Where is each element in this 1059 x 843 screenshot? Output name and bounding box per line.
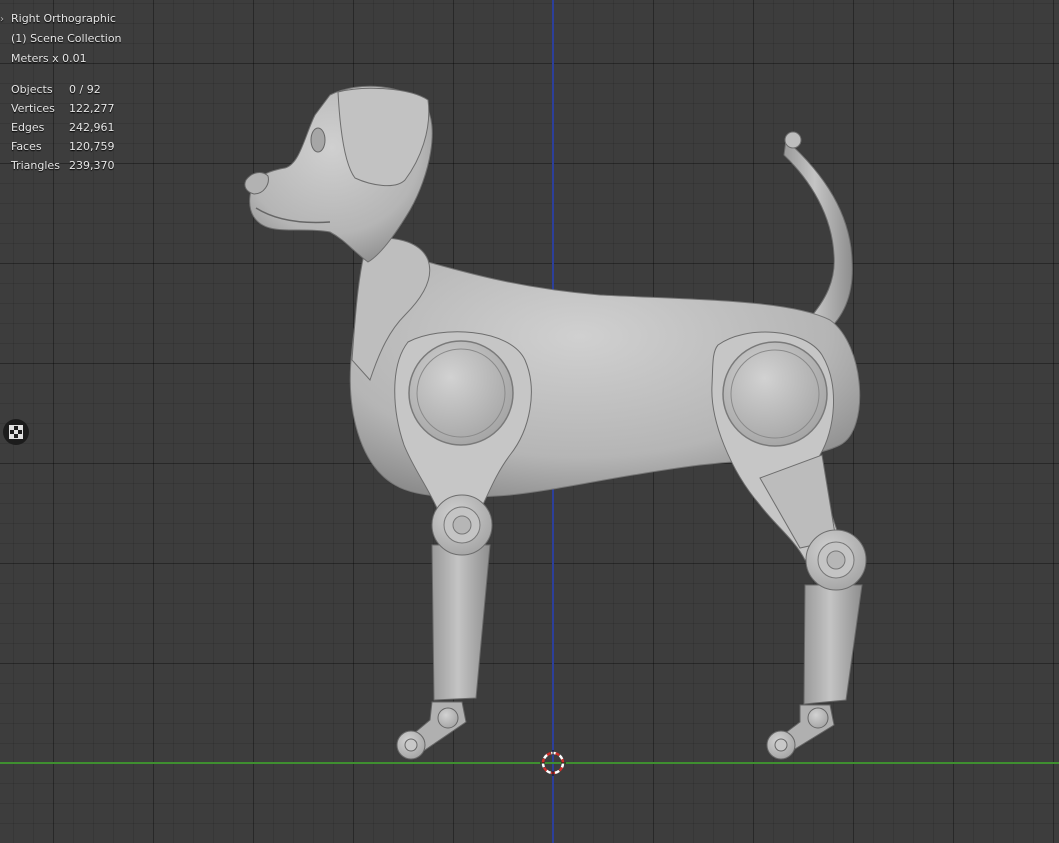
stat-edges-value: 242,961 xyxy=(69,121,115,134)
stat-objects-label: Objects xyxy=(11,83,53,96)
front-knee-hub xyxy=(452,515,472,535)
chevron-right-icon[interactable]: › xyxy=(0,14,4,25)
rear-hip-joint xyxy=(722,341,828,447)
stat-vertices-label: Vertices xyxy=(11,102,55,115)
stat-objects-value: 0 / 92 xyxy=(69,83,101,96)
stat-triangles-value: 239,370 xyxy=(69,159,115,172)
front-foot-hub xyxy=(404,738,418,752)
grid-toggle-button[interactable] xyxy=(3,419,29,445)
grid-toggle-icon xyxy=(9,425,23,439)
units-label: Meters x 0.01 xyxy=(11,52,87,65)
front-ankle-joint xyxy=(437,707,459,729)
collection-name: (1) Scene Collection xyxy=(11,32,122,45)
eye xyxy=(310,127,326,153)
front-hip-joint xyxy=(408,340,514,446)
stat-faces-label: Faces xyxy=(11,140,42,153)
3d-cursor-icon[interactable] xyxy=(540,750,566,776)
3d-viewport[interactable] xyxy=(0,0,1059,843)
front-lower-leg xyxy=(431,544,491,701)
stat-faces-value: 120,759 xyxy=(69,140,115,153)
tail-tip xyxy=(784,131,802,149)
rear-knee-hub xyxy=(826,550,846,570)
rear-foot-hub xyxy=(774,738,788,752)
stat-triangles-label: Triangles xyxy=(11,159,60,172)
tail xyxy=(783,139,853,333)
rear-ankle-joint xyxy=(807,707,829,729)
stat-vertices-value: 122,277 xyxy=(69,102,115,115)
stat-edges-label: Edges xyxy=(11,121,45,134)
robot-dog-model[interactable] xyxy=(0,0,1059,843)
view-name: Right Orthographic xyxy=(11,12,116,25)
rear-lower-leg xyxy=(803,584,863,705)
